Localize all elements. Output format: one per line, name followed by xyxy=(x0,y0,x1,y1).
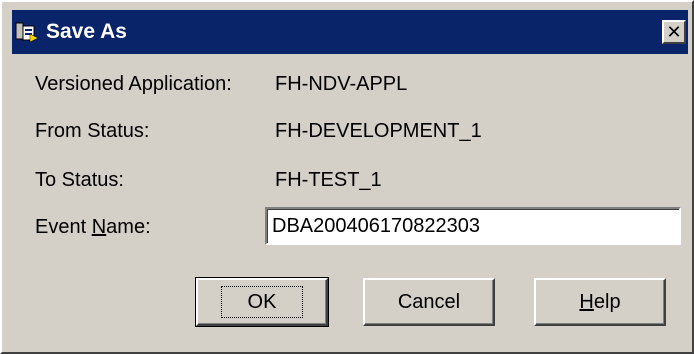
cancel-button[interactable]: Cancel xyxy=(363,278,495,326)
to-status-value: FH-TEST_1 xyxy=(275,169,382,191)
help-button-label: Help xyxy=(579,290,621,313)
ok-button-label: OK xyxy=(220,286,304,318)
close-button[interactable]: ✕ xyxy=(662,20,686,44)
event-name-mnemonic: N xyxy=(91,216,107,238)
to-status-label: To Status: xyxy=(35,169,124,191)
dialog-title: Save As xyxy=(46,20,127,43)
versioned-application-value: FH-NDV-APPL xyxy=(275,73,408,95)
title-bar[interactable]: Save As ✕ xyxy=(12,10,688,54)
close-icon: ✕ xyxy=(666,22,682,42)
ok-button[interactable]: OK xyxy=(195,277,329,327)
from-status-value: FH-DEVELOPMENT_1 xyxy=(275,120,482,142)
from-status-label: From Status: xyxy=(35,120,150,142)
help-button[interactable]: Help xyxy=(534,278,666,326)
app-save-icon xyxy=(15,22,39,43)
event-name-input[interactable] xyxy=(265,207,681,245)
cancel-button-label: Cancel xyxy=(397,290,461,313)
save-as-dialog: Save As ✕ Versioned Application: FH-NDV-… xyxy=(0,0,694,354)
versioned-application-label: Versioned Application: xyxy=(35,73,232,95)
event-name-label: Event Name: xyxy=(35,216,151,238)
